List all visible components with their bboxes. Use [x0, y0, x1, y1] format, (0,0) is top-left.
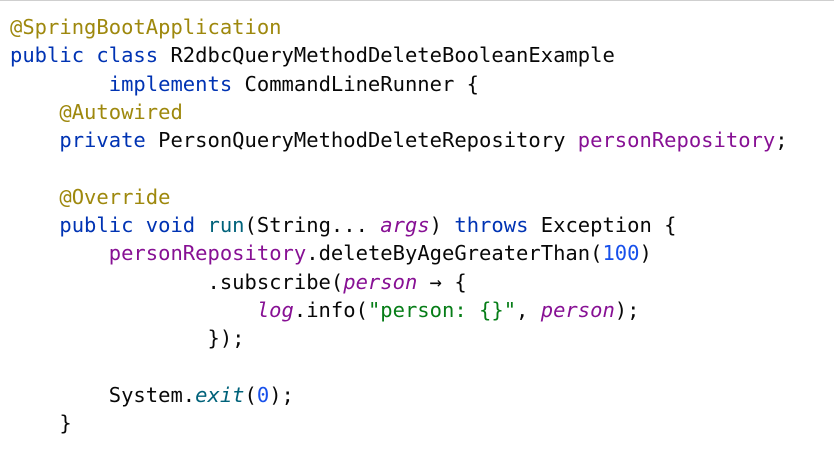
code-line[interactable]: @Autowired: [10, 98, 788, 126]
code-token-plain: (String...: [244, 213, 381, 238]
code-line[interactable]: public void run(String... args) throws E…: [10, 211, 788, 239]
code-token-static-field: log: [256, 297, 294, 322]
code-token-plain: System.: [10, 382, 196, 407]
code-token-plain: ;: [775, 128, 788, 153]
code-line[interactable]: }: [10, 409, 788, 437]
code-token-keyword: private: [59, 128, 146, 153]
code-token-plain: (: [244, 382, 257, 407]
code-line[interactable]: implements CommandLineRunner {: [10, 70, 788, 98]
code-token-keyword: void: [145, 213, 196, 238]
code-line[interactable]: @Override: [10, 183, 788, 211]
code-token-plain: → {: [417, 269, 467, 294]
code-token-keyword: implements: [108, 71, 233, 96]
code-token-annotation: @Autowired: [59, 99, 183, 124]
code-token-plain: CommandLineRunner {: [232, 71, 480, 96]
code-token-plain: .info(: [293, 297, 368, 322]
code-line[interactable]: log.info("person: {}", person);: [10, 296, 788, 324]
code-token-annotation: @SpringBootApplication: [10, 15, 282, 39]
code-token-plain: R2dbcQueryMethodDeleteBooleanExample: [158, 43, 615, 68]
code-token-field: personRepository: [577, 128, 776, 153]
code-token-plain: .subscribe(: [10, 269, 344, 294]
code-token-string: "person: {}": [367, 297, 517, 322]
code-token-plain: PersonQueryMethodDeleteRepository: [145, 128, 578, 153]
code-line[interactable]: @SpringBootApplication: [10, 13, 788, 41]
code-line[interactable]: [10, 353, 788, 381]
code-token-keyword: class: [96, 43, 159, 68]
code-token-number: 100: [602, 241, 640, 266]
code-area[interactable]: @SpringBootApplication public class R2dbc…: [10, 13, 788, 437]
code-token-keyword: throws: [454, 213, 529, 238]
code-line[interactable]: });: [10, 324, 788, 352]
code-token-number: 0: [256, 382, 270, 407]
code-token-plain: ,: [516, 297, 541, 322]
code-token-method-decl: run: [207, 213, 245, 238]
code-token-param: person: [540, 297, 615, 322]
code-token-param: person: [343, 269, 418, 294]
code-token-plain: .deleteByAgeGreaterThan(: [306, 241, 603, 266]
code-token-plain: });: [10, 326, 245, 351]
code-line[interactable]: public class R2dbcQueryMethodDeleteBoole…: [10, 41, 788, 69]
code-token-keyword: public: [10, 43, 85, 68]
code-line[interactable]: System.exit(0);: [10, 381, 788, 409]
code-line[interactable]: personRepository.deleteByAgeGreaterThan(…: [10, 239, 788, 267]
code-token-plain: Exception {: [528, 213, 677, 238]
code-token-plain: );: [614, 297, 640, 322]
code-token-static: exit: [195, 382, 245, 407]
code-line[interactable]: .subscribe(person → {: [10, 268, 788, 296]
code-token-field: personRepository: [108, 241, 307, 266]
code-editor[interactable]: @SpringBootApplication public class R2dbc…: [0, 0, 834, 474]
code-token-plain: ): [639, 241, 652, 266]
code-line[interactable]: [10, 154, 788, 182]
code-token-plain: ): [429, 213, 455, 238]
code-token-annotation: @Override: [59, 184, 171, 209]
code-token-keyword: public: [59, 213, 134, 238]
code-token-plain: }: [10, 411, 72, 436]
code-line[interactable]: private PersonQueryMethodDeleteRepositor…: [10, 126, 788, 154]
code-token-plain: );: [269, 382, 294, 407]
code-token-param: args: [380, 213, 430, 238]
